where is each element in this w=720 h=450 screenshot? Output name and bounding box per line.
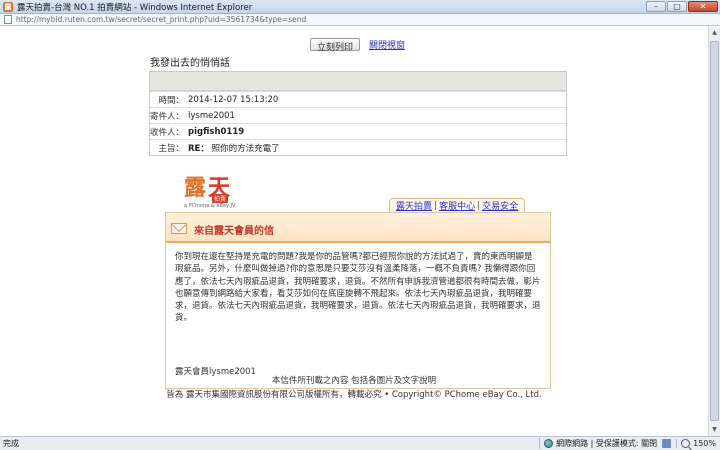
subject-label: 主旨： xyxy=(158,143,184,154)
zoom-level: 150% xyxy=(693,439,716,448)
tab-customer-service[interactable]: 客服中心 xyxy=(439,199,475,212)
tab-transaction-safety[interactable]: 交易安全 xyxy=(482,199,518,212)
print-controls: 立刻列印 關閉視窗 xyxy=(310,38,405,53)
tab-separator: | xyxy=(477,200,481,211)
recipient-label: 收件人： xyxy=(150,127,185,138)
status-text: 完成 xyxy=(3,439,19,448)
security-zone[interactable]: 網際網路 | 受保護模式: 關閉 xyxy=(539,438,657,449)
sender-label: 寄件人： xyxy=(150,111,185,122)
page-viewport: 立刻列印 關閉視窗 我發出去的悄悄話 時間： 2014-12-07 15:13:… xyxy=(0,27,708,436)
tab-separator: | xyxy=(434,200,438,211)
page-title: 我發出去的悄悄話 xyxy=(150,58,230,69)
message-row-time: 時間： 2014-12-07 15:13:20 xyxy=(150,91,566,107)
ruten-nav-tabs: 露天拍賣 | 客服中心 | 交易安全 xyxy=(389,198,526,212)
message-row-recipient: 收件人： pigfish0119 xyxy=(150,123,566,139)
print-button[interactable]: 立刻列印 xyxy=(310,38,361,53)
globe-icon xyxy=(544,439,554,448)
logo-char-1: 露 xyxy=(184,175,207,201)
message-table-header-bar xyxy=(150,72,566,91)
status-right: 網際網路 | 受保護模式: 關閉 150% xyxy=(539,438,716,449)
time-label: 時間： xyxy=(158,95,184,106)
letter-body: 你到現在還在堅持是充電的問題?我是你的品管嗎?都已經照你說的方法試過了，賣的東西… xyxy=(175,252,541,324)
footer-copyright: 皆為 露天市集國際資訊股份有限公司版權所有，轉載必究 • Copyright© … xyxy=(166,390,542,400)
ruten-app-icon: 露 xyxy=(3,1,13,12)
message-details-table: 時間： 2014-12-07 15:13:20 寄件人： lysme2001 收… xyxy=(149,71,567,156)
window-title: 露天拍賣-台灣 NO.1 拍賣網站 - Windows Internet Exp… xyxy=(17,2,253,13)
window-controls: – □ ✕ xyxy=(646,1,718,12)
page-icon xyxy=(4,15,12,24)
sender-value: lysme2001 xyxy=(188,110,235,121)
ruten-logo: 露 天 拍賣 a PChome & eBay JV xyxy=(184,170,254,212)
letter-header: 來自露天會員的信 xyxy=(166,213,550,243)
logo-badge: 拍賣 xyxy=(212,194,229,203)
minimize-button[interactable]: – xyxy=(646,1,666,12)
footer-notice: 本信件所刊載之內容 包括各圖片及文字說明 xyxy=(271,376,437,386)
subject-text: 照你的方法充電了 xyxy=(211,143,280,154)
subject-prefix: RE： xyxy=(188,143,209,154)
status-bar: 完成 網際網路 | 受保護模式: 關閉 150% xyxy=(0,436,720,450)
close-window-button[interactable]: ✕ xyxy=(688,1,718,12)
address-bar: http://mybid.ruten.com.tw/secret/secret_… xyxy=(0,14,720,26)
scroll-down-arrow-icon[interactable]: ▼ xyxy=(710,425,719,435)
close-window-link[interactable]: 關閉視窗 xyxy=(369,38,405,51)
popup-blocker-icon[interactable] xyxy=(662,439,672,448)
zoom-icon xyxy=(681,439,691,448)
url-text[interactable]: http://mybid.ruten.com.tw/secret/secret_… xyxy=(16,15,306,24)
subject-value: RE： 照你的方法充電了 xyxy=(186,142,280,154)
vertical-scrollbar[interactable]: ▲ ▼ xyxy=(708,27,720,436)
zone-text: 網際網路 | 受保護模式: 關閉 xyxy=(556,439,658,448)
tab-ruten-auction[interactable]: 露天拍賣 xyxy=(396,199,432,212)
message-row-sender: 寄件人： lysme2001 xyxy=(150,107,566,123)
time-value: 2014-12-07 15:13:20 xyxy=(188,94,279,105)
zoom-control[interactable]: 150% xyxy=(676,439,716,448)
logo-tagline: a PChome & eBay JV xyxy=(184,203,236,209)
scroll-thumb[interactable] xyxy=(710,41,719,421)
scroll-up-arrow-icon[interactable]: ▲ xyxy=(710,28,719,38)
letter-box: 來自露天會員的信 你到現在還在堅持是充電的問題?我是你的品管嗎?都已經照你說的方… xyxy=(165,212,551,389)
recipient-value: pigfish0119 xyxy=(188,126,245,137)
envelope-icon xyxy=(171,223,187,234)
message-row-subject: 主旨： RE： 照你的方法充電了 xyxy=(150,139,566,155)
letter-title: 來自露天會員的信 xyxy=(194,226,274,237)
maximize-button[interactable]: □ xyxy=(667,1,687,12)
window-titlebar: 露 露天拍賣-台灣 NO.1 拍賣網站 - Windows Internet E… xyxy=(0,0,720,14)
